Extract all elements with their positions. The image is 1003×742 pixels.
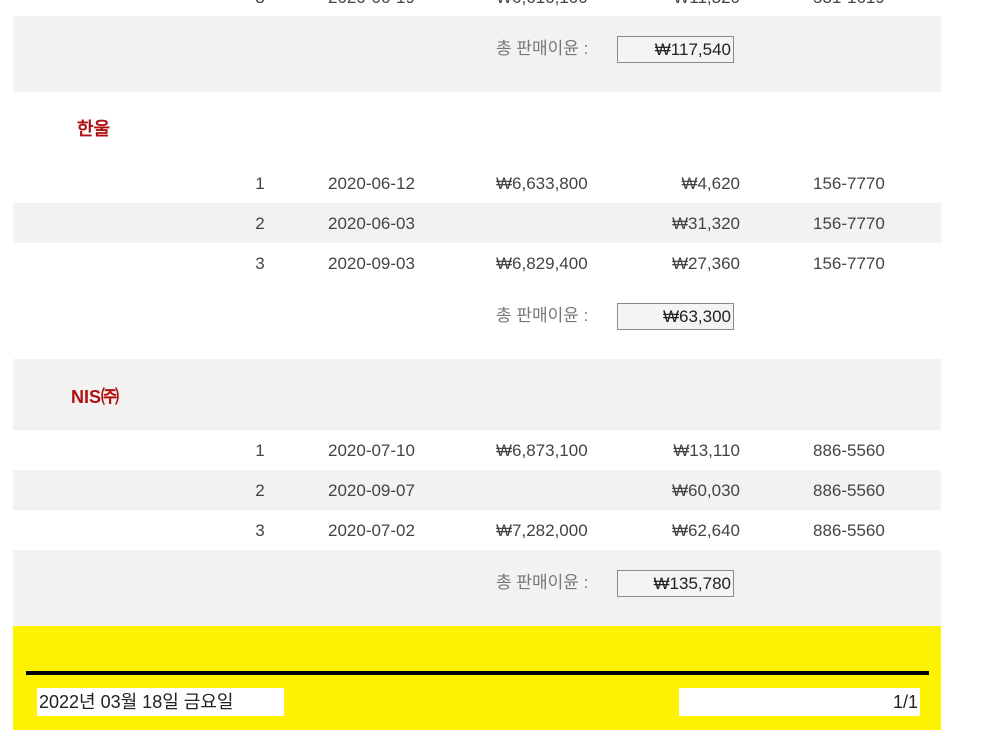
row-number: 1 <box>255 441 265 460</box>
row-date: 2020-06-19 <box>328 0 415 8</box>
table-row <box>13 243 941 283</box>
row-profit: ₩27,360 <box>671 254 740 273</box>
total-profit-field[interactable]: ₩135,780 <box>617 570 734 597</box>
row-sale-amount: ₩6,616,100 <box>496 0 588 8</box>
row-phone: 886-5560 <box>813 481 885 500</box>
group-header: NIS㈜ <box>13 359 941 430</box>
row-profit: ₩13,110 <box>673 441 740 460</box>
row-profit: ₩11,320 <box>620 0 740 8</box>
page-footer: 2022년 03월 18일 금요일 1/1 <box>13 626 941 730</box>
row-date: 2020-06-03 <box>328 214 415 233</box>
row-profit: ₩4,620 <box>681 174 740 193</box>
total-profit-label: 총 판매이윤 : <box>496 306 589 325</box>
row-sale-amount: ₩6,633,800 <box>496 174 588 193</box>
row-number: 3 <box>255 521 265 540</box>
row-number: 2 <box>255 481 265 500</box>
row-sale-amount: ₩7,282,000 <box>496 521 588 540</box>
table-row-partial: 3 2020-06-19 ₩6,616,100 ₩11,320 531-1619 <box>0 0 1003 8</box>
table-row <box>13 470 941 510</box>
table-row <box>13 510 941 550</box>
footer-divider <box>26 671 929 675</box>
total-profit-label: 총 판매이윤 : <box>496 573 589 592</box>
row-profit: ₩60,030 <box>671 481 740 500</box>
row-date: 2020-06-12 <box>328 174 415 193</box>
footer-date-field[interactable]: 2022년 03월 18일 금요일 <box>37 688 284 716</box>
total-profit-field[interactable]: ₩117,540 <box>617 36 734 63</box>
total-profit-field[interactable]: ₩63,300 <box>617 303 734 330</box>
group-total-band <box>13 550 941 626</box>
row-sale-amount: ₩6,829,400 <box>496 254 588 273</box>
row-number: 3 <box>245 0 275 8</box>
table-row <box>13 203 941 243</box>
row-phone: 531-1619 <box>813 0 885 8</box>
row-date: 2020-07-02 <box>328 521 415 540</box>
row-phone: 156-7770 <box>813 174 885 193</box>
group-name: NIS㈜ <box>71 387 120 407</box>
group-total-band <box>13 16 941 92</box>
row-phone: 886-5560 <box>813 521 885 540</box>
row-phone: 886-5560 <box>813 441 885 460</box>
total-profit-label: 총 판매이윤 : <box>496 39 589 58</box>
row-number: 3 <box>255 254 265 273</box>
footer-page-number-field[interactable]: 1/1 <box>679 688 920 716</box>
table-row <box>13 430 941 470</box>
group-header: 한울 <box>13 92 941 162</box>
row-phone: 156-7770 <box>813 214 885 233</box>
row-sale-amount: ₩6,873,100 <box>496 441 588 460</box>
row-number: 1 <box>255 174 265 193</box>
row-number: 2 <box>255 214 265 233</box>
row-date: 2020-09-03 <box>328 254 415 273</box>
row-date: 2020-09-07 <box>328 481 415 500</box>
table-row <box>13 163 941 203</box>
row-profit: ₩31,320 <box>671 214 740 233</box>
row-profit: ₩62,640 <box>671 521 740 540</box>
row-phone: 156-7770 <box>813 254 885 273</box>
row-date: 2020-07-10 <box>328 441 415 460</box>
group-name: 한울 <box>77 119 111 139</box>
